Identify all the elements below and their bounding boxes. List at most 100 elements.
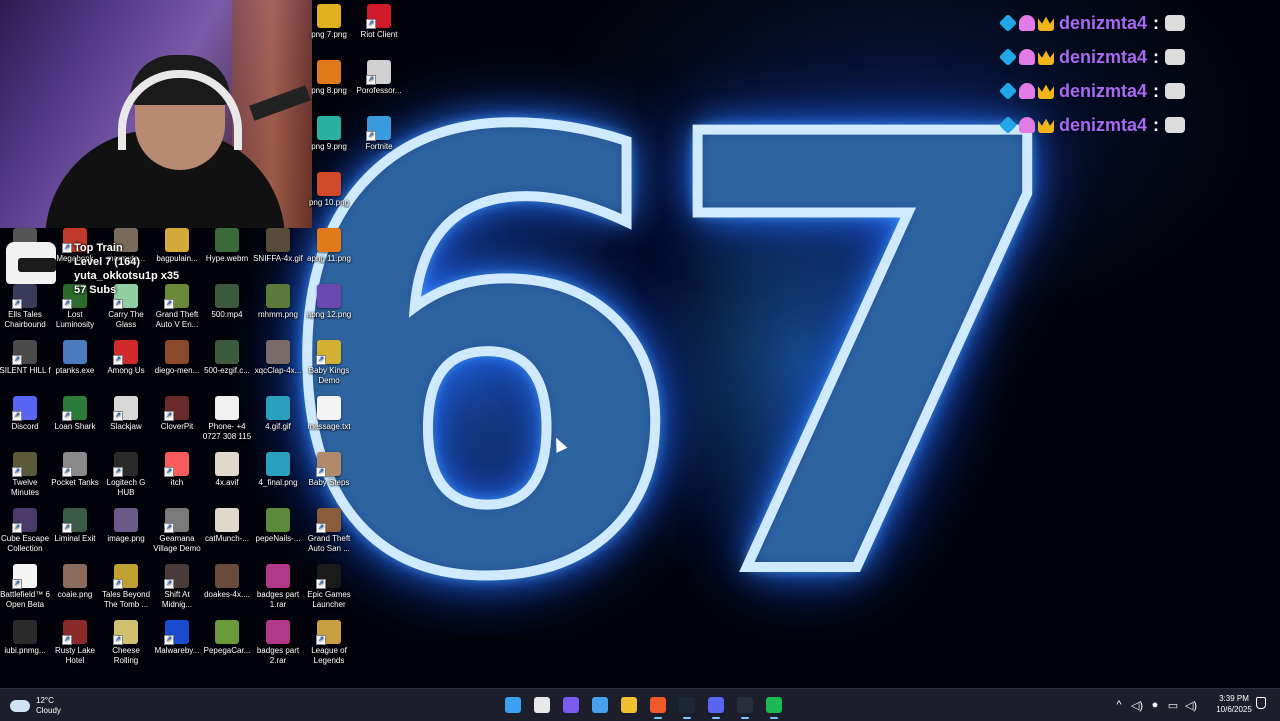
desktop-icon[interactable]: SNIFFA-4x.gif xyxy=(253,228,303,284)
desktop-icon[interactable]: diego-men... xyxy=(152,340,202,396)
file-explorer-icon xyxy=(620,697,637,713)
desktop-icon[interactable]: ↗ Riot Client xyxy=(354,4,404,60)
desktop-icon[interactable]: Hype.webm xyxy=(202,228,252,284)
app-icon xyxy=(317,284,341,308)
app-icon xyxy=(165,340,189,364)
desktop-icon[interactable]: ↗ Logitech G HUB xyxy=(101,452,151,508)
desktop-icon[interactable]: ↗ Malwareby... xyxy=(152,620,202,676)
app-icon: ↗ xyxy=(12,564,37,589)
desktop-icon[interactable]: ↗ Loan Shark xyxy=(50,396,100,452)
desktop-icon[interactable]: mhmm.png xyxy=(253,284,303,340)
speaker-icon[interactable]: ◁) xyxy=(1128,699,1146,712)
steam-icon xyxy=(678,697,695,713)
desktop-icon[interactable]: ↗ Among Us xyxy=(101,340,151,396)
excel-x-icon xyxy=(736,697,753,713)
desktop-icon[interactable]: ↗ Porofessor... xyxy=(354,60,404,116)
taskbar-copilot-app-button[interactable] xyxy=(588,693,612,717)
microphone-icon[interactable]: ● xyxy=(1146,699,1164,711)
shortcut-arrow-icon: ↗ xyxy=(316,635,326,645)
desktop-icon-label: League of Legends xyxy=(311,646,347,665)
desktop-icon[interactable]: 500.mp4 xyxy=(202,284,252,340)
taskbar-file-explorer-button[interactable] xyxy=(617,693,641,717)
desktop-icon[interactable]: PepegaCar... xyxy=(202,620,252,676)
desktop-icon[interactable]: coaie.png xyxy=(50,564,100,620)
desktop-icon[interactable]: 500-ezgif.c... xyxy=(202,340,252,396)
shortcut-arrow-icon: ↗ xyxy=(62,467,72,477)
desktop-icon-label: Liminal Exit xyxy=(54,534,96,543)
app-icon xyxy=(13,620,37,644)
desktop-icon[interactable]: ↗ Baby Steps xyxy=(304,452,354,508)
desktop-icon[interactable]: png 9.png xyxy=(304,116,354,172)
desktop-icon[interactable]: apng 12.png xyxy=(304,284,354,340)
chat-message: denizmta4 : xyxy=(998,40,1280,74)
desktop-icon[interactable]: ↗ Rusty Lake Hotel xyxy=(50,620,100,676)
chevron-up-icon[interactable]: ^ xyxy=(1110,699,1128,711)
desktop-icon[interactable]: ↗ Fortnite xyxy=(354,116,404,172)
desktop-icon[interactable]: catMunch-... xyxy=(202,508,252,564)
desktop-icon[interactable]: pepeNails-... xyxy=(253,508,303,564)
desktop-icon[interactable]: ↗ Liminal Exit xyxy=(50,508,100,564)
network-icon[interactable]: ▭ xyxy=(1164,699,1182,712)
app-icon: ↗ xyxy=(316,340,341,365)
desktop-icon[interactable]: ↗ Battlefield™ 6 Open Beta xyxy=(0,564,50,620)
desktop-icon[interactable]: Phone- +4 0727 308 115 xyxy=(202,396,252,452)
desktop-icon[interactable]: ↗ Discord xyxy=(0,396,50,452)
desktop-icon[interactable]: image.png xyxy=(101,508,151,564)
taskbar-steam-button[interactable] xyxy=(675,693,699,719)
desktop-icon[interactable]: ↗ Twelve Minutes xyxy=(0,452,50,508)
notification-bell-icon[interactable] xyxy=(1256,697,1266,709)
desktop-icon[interactable]: ↗ SILENT HILL f xyxy=(0,340,51,396)
app-icon: ↗ xyxy=(62,452,87,477)
desktop-icon[interactable]: xqcClap-4x... xyxy=(253,340,303,396)
desktop-icon[interactable]: ↗ Baby Kings Demo xyxy=(304,340,354,396)
desktop-icon[interactable]: iubi.pnmg... xyxy=(0,620,50,676)
desktop-icon[interactable]: ↗ Tales Beyond The Tomb ... xyxy=(101,564,151,620)
desktop-icon-label: PepegaCar... xyxy=(203,646,251,655)
desktop-icon[interactable]: message.txt xyxy=(304,396,354,452)
desktop-icon[interactable]: doakes-4x.... xyxy=(202,564,252,620)
desktop-icon[interactable]: ptanks.exe xyxy=(50,340,100,396)
taskbar-start-button[interactable] xyxy=(501,693,525,717)
desktop-icon[interactable]: ↗ Slackjaw xyxy=(101,396,151,452)
desktop-icon[interactable]: png 7.png xyxy=(304,4,354,60)
desktop-icon[interactable]: ↗ League of Legends xyxy=(304,620,354,676)
desktop-icon[interactable]: apng 11.png xyxy=(304,228,354,284)
desktop-icon[interactable]: ↗ Pocket Tanks xyxy=(50,452,100,508)
desktop-icon[interactable]: ↗ Cheese Rolling xyxy=(101,620,151,676)
weather-widget[interactable]: 12°C Cloudy xyxy=(10,694,61,718)
desktop-icon[interactable]: 4.gif.gif xyxy=(253,396,303,452)
desktop-icon[interactable]: badges part 2.rar xyxy=(253,620,303,676)
taskbar-copilot-button[interactable] xyxy=(559,693,583,717)
desktop-icon[interactable]: badges part 1.rar xyxy=(253,564,303,620)
shortcut-arrow-icon: ↗ xyxy=(12,411,22,421)
shortcut-arrow-icon: ↗ xyxy=(62,635,72,645)
desktop-icon[interactable]: ↗ Shift At Midnig... xyxy=(152,564,202,620)
taskbar-discord-button[interactable] xyxy=(704,693,728,719)
desktop-icon[interactable]: 4_final.png xyxy=(253,452,303,508)
shortcut-arrow-icon: ↗ xyxy=(164,467,174,477)
desktop-icon[interactable]: ↗ Cube Escape Collection xyxy=(0,508,50,564)
volume-icon[interactable]: ◁) xyxy=(1182,699,1200,712)
taskbar-excel-x-button[interactable] xyxy=(733,693,757,719)
desktop-icon[interactable]: 4x.avif xyxy=(202,452,252,508)
ghost-badge-icon xyxy=(1019,15,1035,31)
desktop-icon[interactable]: png 10.png xyxy=(304,172,354,228)
sub-train-level: Level 7 (164) xyxy=(74,256,141,268)
desktop-icon[interactable]: ↗ Grand Theft Auto San ... xyxy=(304,508,354,564)
clock[interactable]: 3:39 PM 10/6/2025 xyxy=(1212,693,1256,715)
desktop-icon-label: badges part 1.rar xyxy=(256,590,300,609)
desktop-icon[interactable]: ↗ Epic Games Launcher xyxy=(304,564,354,620)
app-icon xyxy=(266,228,290,252)
taskbar-brave-button[interactable] xyxy=(646,693,670,719)
desktop-icon[interactable]: ↗ CloverPit xyxy=(152,396,202,452)
app-icon: ↗ xyxy=(366,116,391,141)
desktop-icon[interactable]: ↗ itch xyxy=(152,452,202,508)
desktop-icon[interactable]: ↗ Geamana Village Demo xyxy=(152,508,202,564)
crown-badge-icon xyxy=(1038,118,1054,133)
taskbar-spreadsheet-button[interactable] xyxy=(762,693,786,719)
desktop-icon-label: png 7.png xyxy=(311,30,347,39)
taskbar-task-view-button[interactable] xyxy=(530,693,554,717)
app-icon xyxy=(317,396,341,420)
diamond-badge-icon xyxy=(998,47,1018,67)
desktop-icon[interactable]: png 8.png xyxy=(304,60,354,116)
